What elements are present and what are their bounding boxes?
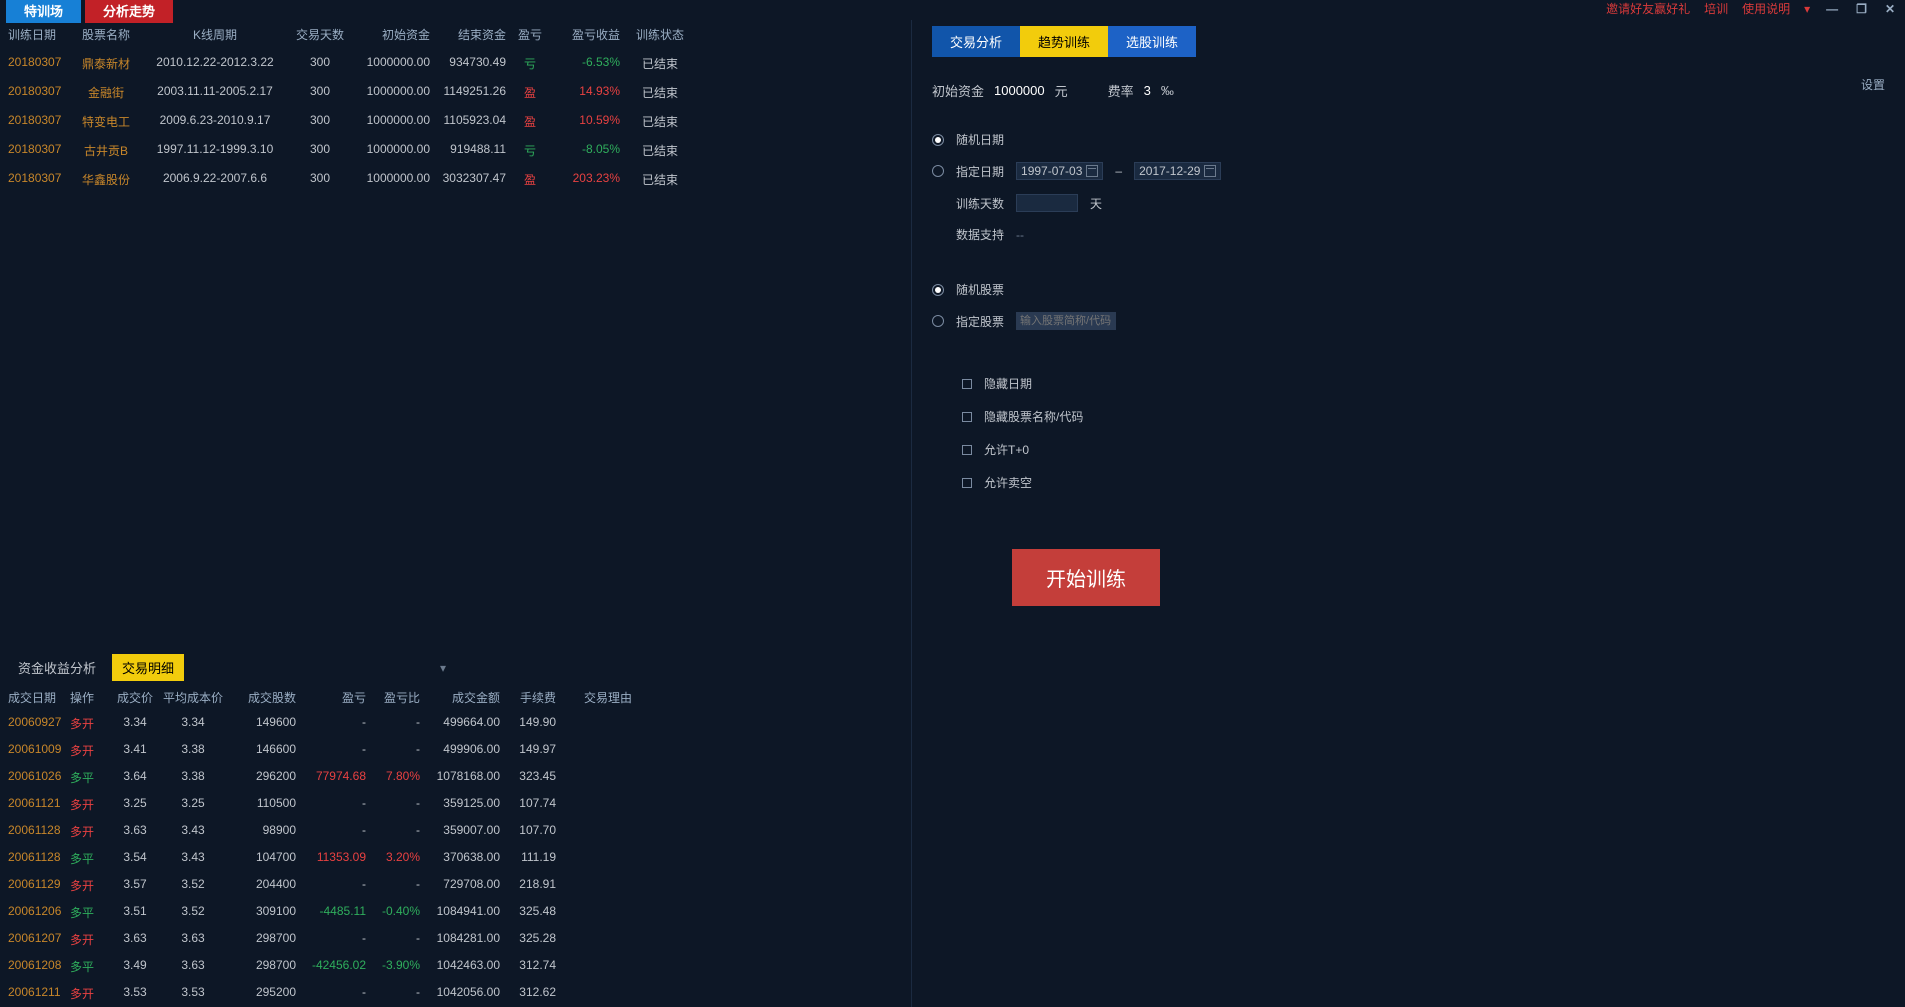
detail-header: 成交股数 [226,689,296,706]
trade-row[interactable]: 20061208多平3.493.63298700-42456.02-3.90%1… [0,953,911,980]
training-row[interactable]: 20180307鼎泰新材2010.12.22-2012.3.2230010000… [0,49,911,78]
tab-training-field[interactable]: 特训场 [6,0,81,23]
window-close-icon[interactable]: ✕ [1883,2,1897,16]
trade-row[interactable]: 20061207多开3.633.63298700--1084281.00325.… [0,926,911,953]
trade-row[interactable]: 20061009多开3.413.38146600--499906.00149.9… [0,737,911,764]
subtab-trade-detail[interactable]: 交易明细 [112,654,184,681]
window-maximize-icon[interactable]: ❐ [1854,2,1869,16]
link-invite[interactable]: 邀请好友赢好礼 [1606,0,1690,17]
calendar-icon[interactable] [1204,165,1216,177]
train-header: 股票名称 [72,26,140,43]
train-days-input[interactable] [1016,194,1078,212]
tab-stock-selection[interactable]: 选股训练 [1108,26,1196,57]
value-init-fund: 1000000 [994,83,1045,98]
radio-specific-date[interactable] [932,165,944,177]
label-rate: 费率 [1108,81,1134,100]
label-init-fund: 初始资金 [932,81,984,100]
detail-header: 成交日期 [8,689,70,706]
training-row[interactable]: 20180307古井贡B1997.11.12-1999.3.1030010000… [0,136,911,165]
tab-trade-analysis[interactable]: 交易分析 [932,26,1020,57]
window-minimize-icon[interactable]: — [1824,2,1840,16]
train-header: K线周期 [140,26,290,43]
training-table: 训练日期股票名称K线周期交易天数初始资金结束资金盈亏盈亏收益训练状态 20180… [0,20,911,194]
radio-random-date[interactable] [932,134,944,146]
training-row[interactable]: 20180307华鑫股份2006.9.22-2007.6.63001000000… [0,165,911,194]
detail-header: 成交价 [110,689,160,706]
trade-row[interactable]: 20061129多开3.573.52204400--729708.00218.9… [0,872,911,899]
trade-row[interactable]: 20061121多开3.253.25110500--359125.00107.7… [0,791,911,818]
value-rate: 3 [1144,83,1151,98]
link-help[interactable]: 使用说明 [1742,0,1790,17]
subtab-fund-analysis[interactable]: 资金收益分析 [8,654,106,681]
date-to-input[interactable]: 2017-12-29 [1134,162,1221,180]
date-from-input[interactable]: 1997-07-03 [1016,162,1103,180]
radio-specific-stock[interactable] [932,315,944,327]
check-hide-name[interactable] [962,412,972,422]
detail-header: 平均成本价 [160,689,226,706]
calendar-icon[interactable] [1086,165,1098,177]
detail-header: 交易理由 [556,689,636,706]
trade-detail-table: 成交日期操作成交价平均成本价成交股数盈亏盈亏比成交金额手续费交易理由 20060… [0,685,911,1007]
value-data-support: -- [1016,228,1024,242]
trade-row[interactable]: 20061206多平3.513.52309100-4485.11-0.40%10… [0,899,911,926]
detail-header: 盈亏 [296,689,366,706]
training-row[interactable]: 20180307金融街2003.11.11-2005.2.17300100000… [0,78,911,107]
check-allow-short[interactable] [962,478,972,488]
link-training[interactable]: 培训 [1704,0,1728,17]
detail-header: 操作 [70,689,110,706]
detail-header: 手续费 [500,689,556,706]
link-settings[interactable]: 设置 [1861,76,1885,93]
trade-row[interactable]: 20061026多平3.643.3829620077974.687.80%107… [0,764,911,791]
stock-code-input[interactable] [1016,312,1116,330]
trade-row[interactable]: 20061128多平3.543.4310470011353.093.20%370… [0,845,911,872]
tab-trend-training[interactable]: 趋势训练 [1020,26,1108,57]
title-bar: 特训场 分析走势 邀请好友赢好礼 培训 使用说明 ▾ — ❐ ✕ [0,0,1905,20]
trade-row[interactable]: 20061211多开3.533.53295200--1042056.00312.… [0,980,911,1007]
tab-trend-analysis[interactable]: 分析走势 [85,0,173,23]
training-row[interactable]: 20180307特变电工2009.6.23-2010.9.17300100000… [0,107,911,136]
start-training-button[interactable]: 开始训练 [1012,549,1160,606]
check-hide-date[interactable] [962,379,972,389]
check-allow-t0[interactable] [962,445,972,455]
sub-tab-bar: 资金收益分析 交易明细 ▾ [0,650,911,685]
trade-row[interactable]: 20061128多开3.633.4398900--359007.00107.70 [0,818,911,845]
dropdown-icon[interactable]: ▾ [440,661,446,675]
detail-header: 成交金额 [420,689,500,706]
train-header: 初始资金 [350,26,430,43]
radio-random-stock[interactable] [932,284,944,296]
train-header: 训练日期 [8,26,72,43]
train-header: 训练状态 [620,26,700,43]
train-header: 盈亏 [510,26,550,43]
detail-header: 盈亏比 [366,689,420,706]
train-header: 结束资金 [430,26,510,43]
train-header: 交易天数 [290,26,350,43]
train-header: 盈亏收益 [550,26,620,43]
trade-row[interactable]: 20060927多开3.343.34149600--499664.00149.9… [0,710,911,737]
